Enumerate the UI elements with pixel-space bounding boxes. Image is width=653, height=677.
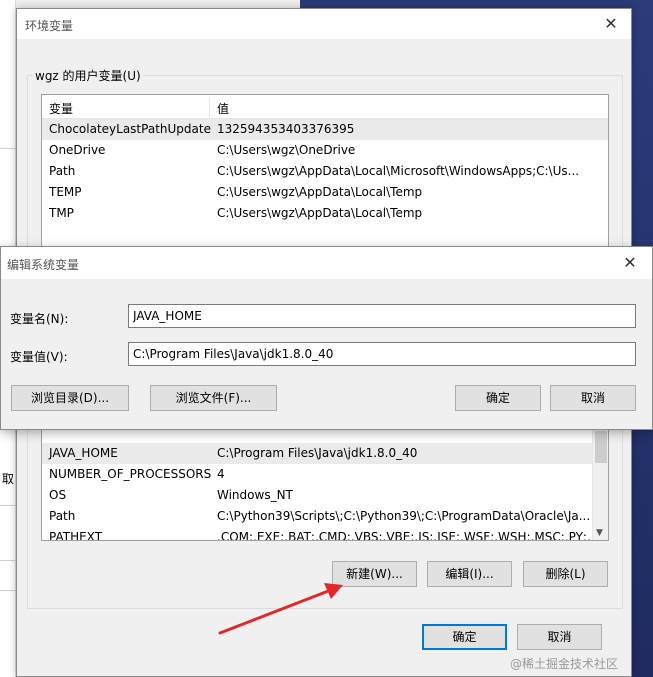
dialog-cancel-button[interactable]: 取消 [550, 385, 636, 411]
dialog-ok-button[interactable]: 确定 [455, 385, 541, 411]
divider [0, 590, 16, 591]
divider [0, 505, 16, 506]
variable-value-label: 变量值(V): [10, 350, 68, 364]
desktop-background-top [300, 0, 653, 8]
browse-file-button[interactable]: 浏览文件(F)... [150, 385, 277, 411]
table-row[interactable]: Path C:\Users\wgz\AppData\Local\Microsof… [42, 161, 608, 182]
edit-system-variable-dialog: 编辑系统变量 ✕ 变量名(N): 变量值(V): 浏览目录(D)... 浏览文件… [0, 246, 653, 430]
system-variables-list[interactable]: JAVA_HOME C:\Program Files\Java\jdk1.8.0… [41, 424, 609, 541]
close-icon[interactable]: ✕ [601, 14, 621, 34]
divider [0, 560, 16, 561]
browse-directory-button[interactable]: 浏览目录(D)... [11, 385, 129, 411]
user-variables-label: wgz 的用户变量(U) [33, 67, 143, 84]
table-row[interactable]: OneDrive C:\Users\wgz\OneDrive [42, 140, 608, 161]
divider [0, 148, 16, 149]
table-row[interactable]: NUMBER_OF_PROCESSORS 4 [42, 464, 608, 485]
table-row[interactable]: TEMP C:\Users\wgz\AppData\Local\Temp [42, 182, 608, 203]
table-row[interactable]: Path C:\Python39\Scripts\;C:\Python39\;C… [42, 506, 608, 527]
chevron-down-icon[interactable]: ▼ [596, 528, 603, 538]
vertical-scrollbar[interactable]: ▼ [592, 425, 608, 540]
variable-name: TEMP [49, 185, 82, 199]
variable-name: Path [49, 509, 76, 523]
table-row[interactable]: ChocolateyLastPathUpdate 132594353403376… [42, 119, 608, 140]
variable-name: JAVA_HOME [49, 446, 118, 460]
table-row[interactable]: JAVA_HOME C:\Program Files\Java\jdk1.8.0… [42, 443, 608, 464]
watermark: @稀土掘金技术社区 [510, 657, 619, 671]
variable-name-label: 变量名(N): [10, 312, 69, 326]
close-icon[interactable]: ✕ [620, 253, 640, 273]
variable-value: 132594353403376395 [217, 122, 355, 136]
variable-value: C:\Program Files\Java\jdk1.8.0_40 [217, 446, 418, 460]
variable-value-field[interactable] [128, 342, 636, 366]
edit-variable-button[interactable]: 编辑(I)... [427, 561, 512, 587]
variable-value: C:\Users\wgz\OneDrive [217, 143, 356, 157]
variable-name: TMP [49, 206, 74, 220]
title-bar: 编辑系统变量 ✕ [1, 247, 652, 279]
variable-name: ChocolateyLastPathUpdate [49, 122, 211, 136]
ok-button[interactable]: 确定 [422, 624, 507, 650]
title-bar: 环境变量 ✕ [17, 9, 631, 39]
variable-value: C:\Users\wgz\AppData\Local\Microsoft\Win… [217, 164, 580, 178]
column-header-name[interactable]: 变量 [49, 100, 73, 117]
variable-name: OS [49, 488, 67, 502]
variable-name: NUMBER_OF_PROCESSORS [49, 467, 212, 481]
variable-value: C:\Users\wgz\AppData\Local\Temp [217, 185, 423, 199]
variable-value: 4 [217, 467, 225, 481]
variable-value: .COM;.EXE;.BAT;.CMD;.VBS;.VBE;.JS;.JSE;.… [217, 530, 602, 541]
variable-value: Windows_NT [217, 488, 293, 502]
column-separator [209, 97, 210, 117]
table-row[interactable]: PATHEXT .COM;.EXE;.BAT;.CMD;.VBS;.VBE;.J… [42, 527, 608, 541]
window-title: 环境变量 [25, 19, 74, 33]
scrollbar-thumb[interactable] [595, 431, 607, 463]
column-header-value[interactable]: 值 [217, 100, 229, 117]
dialog-title: 编辑系统变量 [7, 258, 80, 272]
list-header: 变量 值 [42, 95, 608, 119]
background-text-fragment: 取 [2, 472, 15, 486]
variable-name-field[interactable] [128, 304, 636, 328]
variable-name: OneDrive [49, 143, 106, 157]
delete-variable-button[interactable]: 删除(L) [523, 561, 608, 587]
variable-name: PATHEXT [49, 530, 103, 541]
table-row[interactable]: OS Windows_NT [42, 485, 608, 506]
new-variable-button[interactable]: 新建(W)... [332, 561, 417, 587]
variable-name: Path [49, 164, 76, 178]
variable-value: C:\Users\wgz\AppData\Local\Temp [217, 206, 423, 220]
user-variables-list[interactable]: 变量 值 ChocolateyLastPathUpdate 1325943534… [41, 94, 609, 259]
variable-value: C:\Python39\Scripts\;C:\Python39\;C:\Pro… [217, 509, 591, 523]
table-row[interactable]: TMP C:\Users\wgz\AppData\Local\Temp [42, 203, 608, 224]
cancel-button[interactable]: 取消 [517, 624, 602, 650]
